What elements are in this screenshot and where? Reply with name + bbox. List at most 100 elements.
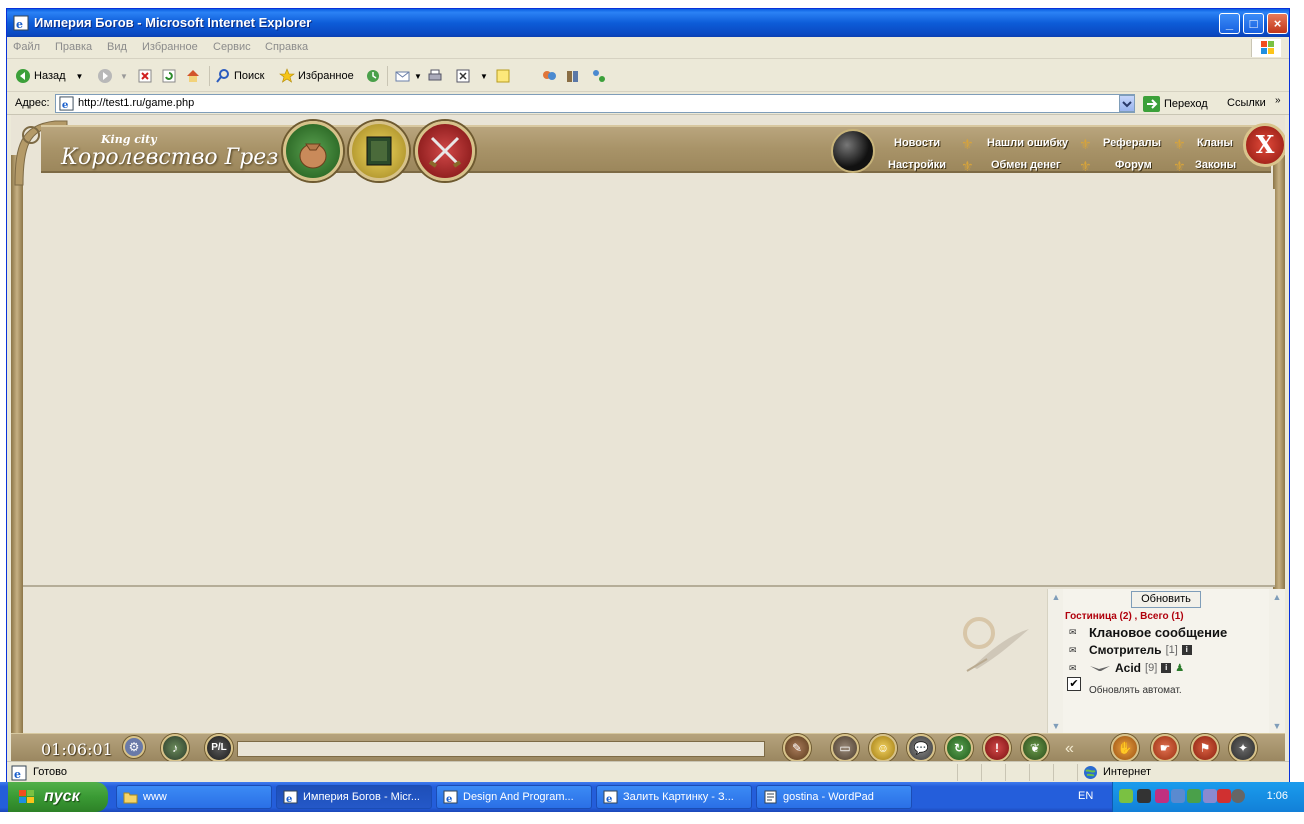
battle-button[interactable]	[415, 121, 475, 181]
nav-settings[interactable]: Настройки	[888, 159, 946, 171]
scroll-up-icon[interactable]: ▲	[1271, 592, 1283, 602]
magic-wand-icon[interactable]: ✦	[1229, 734, 1257, 761]
menu-favorites[interactable]: Избранное	[142, 41, 198, 53]
tray-volume-muted-icon[interactable]	[1217, 789, 1231, 803]
back-button[interactable]: Назад ▼	[15, 67, 83, 85]
nav-laws[interactable]: Законы	[1195, 159, 1236, 171]
nav-report-bug[interactable]: Нашли ошибку	[987, 137, 1068, 149]
music-button[interactable]: ♪	[161, 734, 189, 761]
taskbar-item-upload[interactable]: e Залить Картинку - З...	[596, 785, 752, 809]
scroll-down-icon[interactable]: ▼	[1271, 721, 1283, 731]
nav-forum[interactable]: Форум	[1115, 159, 1152, 171]
favorites-label: Избранное	[298, 70, 354, 82]
history-button[interactable]	[365, 67, 384, 85]
menu-view[interactable]: Вид	[107, 41, 127, 53]
list-item[interactable]: ✉ Acid [9] i ♟	[1069, 661, 1184, 675]
refresh-users-button[interactable]: Обновить	[1131, 591, 1201, 608]
links-button[interactable]: Ссылки	[1227, 97, 1266, 109]
links-chevron-icon[interactable]: »	[1275, 95, 1281, 106]
menu-tools[interactable]: Сервис	[213, 41, 251, 53]
print-button[interactable]	[427, 67, 446, 85]
menu-edit[interactable]: Правка	[55, 41, 92, 53]
tray-spy-icon[interactable]	[1137, 789, 1151, 803]
refresh-chat-icon[interactable]: ↻	[945, 734, 973, 761]
stop-button[interactable]	[137, 67, 156, 85]
taskbar-item-wordpad[interactable]: gostina - WordPad	[756, 785, 912, 809]
double-arrow-icon[interactable]: «	[1065, 740, 1074, 758]
edit-button[interactable]: ▼	[455, 67, 488, 85]
eight-ball-icon[interactable]	[831, 129, 875, 173]
maximize-button[interactable]: □	[1243, 13, 1264, 34]
quill-watermark-icon	[963, 617, 1029, 672]
nav-money-exchange[interactable]: Обмен денег	[991, 159, 1061, 171]
chat-message-input[interactable]	[237, 741, 765, 757]
close-button[interactable]: ×	[1267, 13, 1288, 34]
nav-referrals[interactable]: Рефералы	[1103, 137, 1161, 149]
users-scrollbar[interactable]: ▲ ▼	[1269, 589, 1285, 733]
speech-bubble-icon[interactable]: 💬	[907, 734, 935, 761]
task-label: Залить Картинку - З...	[623, 791, 734, 803]
exit-button[interactable]: X	[1243, 123, 1285, 167]
alert-icon[interactable]: !	[983, 734, 1011, 761]
discuss-button[interactable]	[495, 67, 514, 85]
tray-pen-icon[interactable]	[1155, 789, 1169, 803]
address-dropdown-icon[interactable]	[1119, 95, 1135, 112]
language-indicator[interactable]: EN	[1078, 790, 1093, 802]
scroll-up-icon[interactable]: ▲	[1050, 592, 1062, 602]
start-button[interactable]: пуск	[8, 782, 108, 812]
home-button[interactable]	[185, 67, 204, 85]
tray-network-icon[interactable]	[1171, 789, 1185, 803]
inventory-bag-button[interactable]	[283, 121, 343, 181]
pencil-icon[interactable]: ✎	[783, 734, 811, 761]
refresh-button[interactable]	[161, 67, 180, 85]
private-message-icon[interactable]: ✉	[1069, 627, 1085, 638]
info-icon[interactable]: i	[1181, 645, 1192, 655]
private-message-icon[interactable]: ✉	[1069, 645, 1085, 656]
cherry-icon[interactable]: ❦	[1021, 734, 1049, 761]
flag-icon[interactable]: ⚑	[1191, 734, 1219, 761]
nav-news[interactable]: Новости	[894, 137, 940, 149]
list-item[interactable]: ✉ Смотритель [1] i	[1069, 643, 1192, 657]
back-dropdown-icon[interactable]: ▼	[76, 72, 84, 81]
tray-monitor-icon[interactable]	[1203, 789, 1217, 803]
eraser-icon[interactable]: ▭	[831, 734, 859, 761]
history-icon	[367, 70, 379, 82]
favorites-button[interactable]: Избранное	[279, 67, 354, 85]
research-button[interactable]	[565, 67, 584, 85]
edit-dropdown-icon[interactable]: ▼	[480, 72, 488, 81]
forward-button[interactable]: ▼	[97, 67, 128, 85]
tray-app-icon[interactable]	[1119, 789, 1133, 803]
tray-update-icon[interactable]	[1231, 789, 1245, 803]
user-name: Смотритель	[1089, 643, 1162, 657]
private-message-icon[interactable]: ✉	[1069, 663, 1085, 674]
scroll-down-icon[interactable]: ▼	[1050, 721, 1062, 731]
nav-clans[interactable]: Кланы	[1197, 137, 1233, 149]
book-button[interactable]	[349, 121, 409, 181]
menu-file[interactable]: Файл	[13, 41, 40, 53]
address-input[interactable]: e http://test1.ru/game.php	[55, 94, 1135, 113]
info-icon[interactable]: i	[1161, 663, 1172, 673]
music-settings-icon[interactable]: ⚙	[123, 736, 145, 758]
search-button[interactable]: Поиск	[215, 67, 264, 85]
network-button[interactable]	[591, 67, 610, 85]
tray-security-icon[interactable]	[1187, 789, 1201, 803]
go-button[interactable]: Переход	[1143, 96, 1208, 112]
pl-button[interactable]: P/L	[205, 734, 233, 761]
messenger-button[interactable]	[541, 67, 560, 85]
hand-icon[interactable]: ☛	[1151, 734, 1179, 761]
auto-refresh-checkbox[interactable]: ✔	[1067, 677, 1081, 691]
minimize-button[interactable]: _	[1219, 13, 1240, 34]
mail-button[interactable]: ▼	[395, 67, 422, 85]
handshake-icon[interactable]: ✋	[1111, 734, 1139, 761]
list-item[interactable]: ✉ Клановое сообщение	[1069, 625, 1227, 640]
taskbar-item-design[interactable]: e Design And Program...	[436, 785, 592, 809]
forward-dropdown-icon[interactable]: ▼	[120, 72, 128, 81]
menu-help[interactable]: Справка	[265, 41, 308, 53]
chat-scrollbar[interactable]: ▲ ▼	[1047, 589, 1063, 733]
smiley-icon[interactable]: ☺	[869, 734, 897, 761]
taskbar-item-www[interactable]: www	[116, 785, 272, 809]
status-divider	[981, 764, 982, 781]
taskbar-item-ie[interactable]: e Империя Богов - Micr...	[276, 785, 432, 809]
mail-dropdown-icon[interactable]: ▼	[414, 72, 422, 81]
title-bar[interactable]: e Империя Богов - Microsoft Internet Exp…	[7, 9, 1289, 37]
